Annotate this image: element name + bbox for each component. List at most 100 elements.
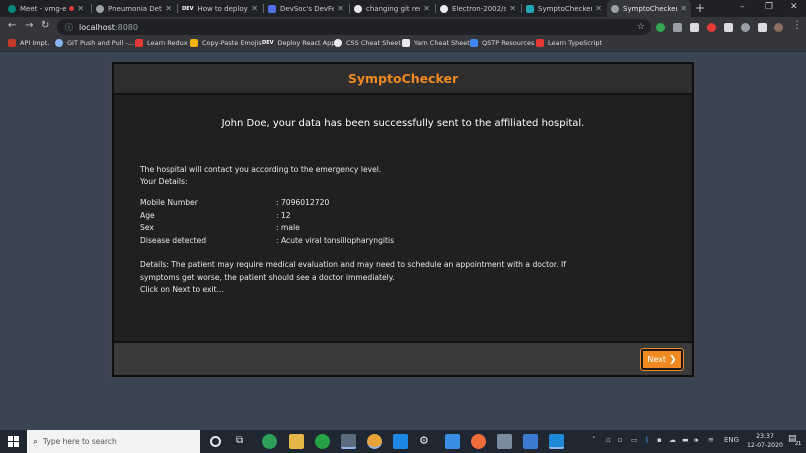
- bookmark-item[interactable]: Learn TypeScript: [536, 39, 602, 47]
- close-tab-icon[interactable]: ✕: [506, 4, 516, 13]
- forward-icon[interactable]: →: [25, 20, 33, 31]
- taskbar: ⌕ Type here to search ⧉ ⚙ ˄ ▫ ▫ ▭ ᛒ ▪ ☁ …: [0, 430, 806, 453]
- field-value-sex: : male: [276, 223, 300, 232]
- tab-title: changing git remo: [366, 4, 420, 13]
- app-icon[interactable]: [445, 434, 460, 449]
- card-footer: Next ❯: [114, 341, 692, 375]
- maximize-button[interactable]: ❐: [765, 2, 773, 12]
- search-placeholder: Type here to search: [43, 437, 117, 446]
- back-icon[interactable]: ←: [8, 20, 16, 31]
- tab-deploy-react[interactable]: DEV How to deploy Re ✕: [178, 0, 262, 17]
- app-brand: SymptoChecker: [347, 71, 459, 86]
- grammarly-icon[interactable]: [656, 23, 665, 32]
- settings-gear-icon[interactable]: ⚙: [419, 434, 434, 449]
- close-tab-icon[interactable]: ✕: [677, 4, 687, 13]
- close-tab-icon[interactable]: ✕: [592, 4, 602, 13]
- tab-title: SymptoChecker: [538, 4, 593, 13]
- vscode-icon[interactable]: [549, 434, 564, 449]
- tab-symptochecker-active[interactable]: SymptoChecker ✕: [607, 0, 691, 17]
- tray-icon[interactable]: ▪: [657, 436, 662, 444]
- next-button[interactable]: Next ❯: [640, 348, 684, 371]
- avatar[interactable]: [774, 23, 783, 32]
- taskbar-search[interactable]: ⌕ Type here to search: [27, 430, 200, 453]
- puzzle-icon[interactable]: [758, 23, 767, 32]
- close-window-button[interactable]: ✕: [790, 2, 798, 12]
- globe-icon: [96, 4, 104, 13]
- close-tab-icon[interactable]: ✕: [248, 4, 258, 13]
- tab-github[interactable]: Electron-2002/sym ✕: [436, 0, 520, 17]
- chevron-up-icon[interactable]: ˄: [592, 436, 596, 444]
- clock[interactable]: 23:37 12-07-2020: [747, 433, 783, 450]
- wifi-icon[interactable]: ≋: [708, 436, 714, 444]
- details-line: symptoms get worse, the patient should s…: [140, 272, 395, 282]
- app-icon[interactable]: [367, 434, 382, 449]
- extension-icon[interactable]: [690, 23, 699, 32]
- field-label-mobile: Mobile Number: [140, 198, 198, 207]
- menu-icon[interactable]: ⋮: [792, 20, 802, 31]
- extension-icon[interactable]: [707, 23, 716, 32]
- bookmark-item[interactable]: API Impt.: [8, 39, 49, 47]
- bookmark-item[interactable]: DEV Deploy React App: [262, 39, 335, 47]
- language-indicator[interactable]: ENG: [724, 436, 739, 444]
- chrome-icon[interactable]: [341, 434, 356, 449]
- task-view-icon[interactable]: ⧉: [236, 435, 251, 450]
- extension-icon[interactable]: [724, 23, 733, 32]
- cortana-icon[interactable]: [210, 436, 221, 447]
- tray-icon[interactable]: ▫: [606, 436, 611, 444]
- new-tab-button[interactable]: +: [695, 1, 705, 15]
- tab-pneumonia[interactable]: Pneumonia Detect ✕: [92, 0, 176, 17]
- url-text: localhost:8080: [79, 22, 138, 32]
- tab-title: How to deploy Re: [197, 4, 248, 13]
- card-body: John Doe, your data has been successfull…: [114, 97, 692, 341]
- bookmark-item[interactable]: Copy-Paste Emojis: [190, 39, 262, 47]
- tab-symptochecker-1[interactable]: SymptoChecker ✕: [522, 0, 606, 17]
- next-button-label: Next: [647, 355, 667, 364]
- battery-icon[interactable]: ▬: [682, 436, 689, 444]
- volume-icon[interactable]: 🕪: [694, 436, 698, 445]
- tab-strip: Meet - vmg-e ✕ Pneumonia Detect ✕ DEV Ho…: [0, 0, 806, 17]
- meet-icon: [8, 4, 16, 13]
- extension-icon[interactable]: [741, 23, 750, 32]
- app-icon[interactable]: [262, 434, 277, 449]
- tray-icon[interactable]: ▫: [618, 436, 623, 444]
- bookmark-item[interactable]: CSS Cheat Sheet: [334, 39, 401, 47]
- search-icon: ⌕: [33, 436, 39, 447]
- close-tab-icon[interactable]: ✕: [334, 4, 344, 13]
- app-icon[interactable]: [393, 434, 408, 449]
- clock-date: 12-07-2020: [747, 441, 783, 449]
- emoji-icon: [190, 39, 198, 47]
- tab-git-remote[interactable]: changing git remo ✕: [350, 0, 434, 17]
- close-tab-icon[interactable]: ✕: [74, 4, 84, 13]
- bookmark-item[interactable]: Yarn Cheat Sheet: [402, 39, 470, 47]
- bluetooth-icon[interactable]: ᛒ: [645, 436, 649, 444]
- details-heading: Your Details:: [140, 177, 188, 186]
- app-icon[interactable]: [497, 434, 512, 449]
- app-icon[interactable]: [523, 434, 538, 449]
- field-value-disease: : Acute viral tonsillopharyngitis: [276, 236, 395, 245]
- globe-icon: [611, 4, 619, 13]
- postman-icon[interactable]: [471, 434, 486, 449]
- bookmark-item[interactable]: GIT Push and Pull -...: [55, 39, 134, 47]
- tab-meet[interactable]: Meet - vmg-e ✕: [4, 0, 88, 17]
- tray-icon[interactable]: ▭: [631, 436, 638, 444]
- whatsapp-icon[interactable]: [315, 434, 330, 449]
- css-icon: [334, 39, 342, 47]
- minimize-button[interactable]: –: [740, 2, 745, 12]
- github-icon: [440, 4, 448, 13]
- file-explorer-icon[interactable]: [289, 434, 304, 449]
- cloud-icon[interactable]: ☁: [669, 436, 676, 444]
- address-bar[interactable]: ⓘ localhost:8080 ☆: [57, 19, 651, 35]
- info-icon[interactable]: ⓘ: [65, 22, 73, 33]
- bookmark-item[interactable]: QSTP Resources: [470, 39, 534, 47]
- bookmark-item[interactable]: Learn Redux: [135, 39, 188, 47]
- notification-badge: 21: [795, 441, 802, 447]
- windows-start-icon[interactable]: [8, 436, 19, 447]
- extension-icon[interactable]: [673, 23, 682, 32]
- grid-icon: [8, 39, 16, 47]
- tab-devfest[interactable]: DevSoc's DevFest ✕: [264, 0, 348, 17]
- reload-icon[interactable]: ↻: [41, 20, 49, 31]
- bookmark-star-icon[interactable]: ☆: [637, 22, 645, 32]
- close-tab-icon[interactable]: ✕: [420, 4, 430, 13]
- close-tab-icon[interactable]: ✕: [162, 4, 172, 13]
- notification-icon[interactable]: ▤ 21: [788, 434, 802, 448]
